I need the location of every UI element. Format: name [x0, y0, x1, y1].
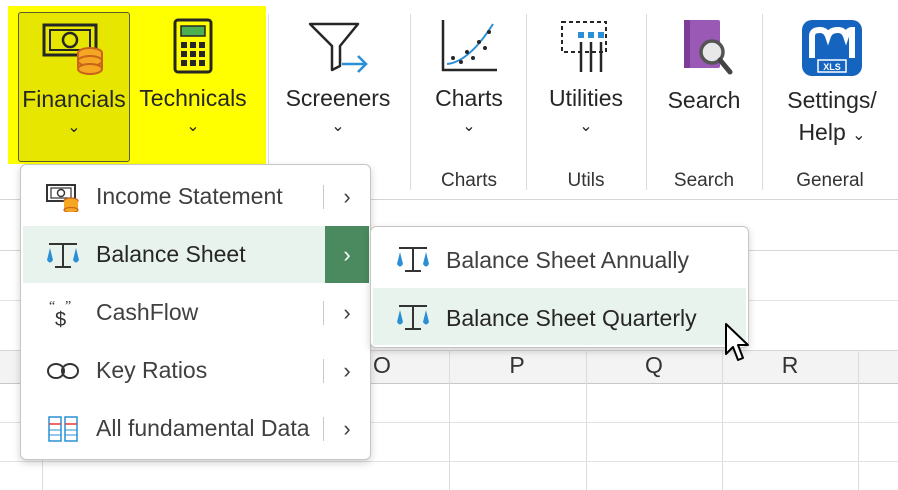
chevron-right-icon[interactable]: › [325, 226, 369, 283]
book-search-icon [684, 20, 733, 75]
settings-help-button[interactable]: XLS Settings/ Help ⌄ [776, 12, 888, 152]
financials-icon [42, 23, 103, 75]
financials-button[interactable]: Financials ⌄ [18, 12, 130, 162]
column-gridline [722, 350, 723, 490]
group-separator [762, 14, 763, 190]
infinity-icon [47, 363, 79, 379]
mxls-logo-icon: XLS [802, 20, 862, 76]
menu-item-cashflow[interactable]: “ ” $ CashFlow › [23, 284, 368, 341]
settings-label-line2: Help ⌄ [776, 116, 888, 152]
menu-item-balance-sheet[interactable]: Balance Sheet › [23, 226, 369, 283]
menu-divider [323, 301, 324, 325]
chevron-right-icon[interactable]: › [325, 342, 369, 399]
menu-item-label: All fundamental Data [96, 415, 310, 441]
submenu-item-label: Balance Sheet Quarterly [446, 305, 697, 331]
group-separator [526, 14, 527, 190]
group-label-utils: Utils [567, 170, 605, 191]
column-header-p[interactable]: P [497, 352, 537, 379]
menu-item-label: Balance Sheet [96, 241, 246, 267]
screeners-button[interactable]: Screeners ⌄ [278, 12, 398, 138]
mouse-pointer-icon [725, 323, 749, 361]
group-separator [646, 14, 647, 190]
chevron-right-icon[interactable]: › [325, 284, 369, 341]
menu-item-label: Income Statement [96, 183, 283, 209]
data-grid-icon [48, 416, 78, 442]
group-label-charts: Charts [441, 170, 497, 191]
balance-scale-icon [397, 247, 429, 272]
scatter-chart-icon [441, 20, 497, 72]
calculator-icon [173, 18, 213, 74]
menu-divider [323, 359, 324, 383]
technicals-label: Technicals [139, 85, 247, 111]
svg-text:XLS: XLS [823, 62, 841, 72]
funnel-filter-icon [308, 22, 368, 73]
group-label-general: General [796, 170, 864, 191]
screeners-label: Screeners [285, 85, 391, 111]
balance-scale-icon [47, 243, 79, 268]
search-label: Search [667, 87, 741, 113]
chevron-down-icon: ⌄ [852, 127, 866, 144]
technicals-button[interactable]: Technicals ⌄ [134, 12, 252, 138]
balance-sheet-submenu: Balance Sheet Annually Balance Sheet Qua… [370, 226, 749, 348]
column-gridline [449, 350, 450, 490]
balance-scale-icon [397, 305, 429, 330]
chevron-right-icon[interactable]: › [325, 400, 369, 457]
column-gridline [586, 350, 587, 490]
group-separator [410, 14, 411, 190]
menu-item-key-ratios[interactable]: Key Ratios › [23, 342, 368, 399]
column-header-q[interactable]: Q [634, 352, 674, 379]
utilities-label: Utilities [548, 85, 624, 111]
chevron-right-icon[interactable]: › [325, 168, 369, 225]
settings-label-line1: Settings/ [787, 87, 877, 113]
menu-item-label: Key Ratios [96, 357, 208, 383]
menu-divider [323, 185, 324, 209]
chevron-down-icon: ⌄ [186, 118, 200, 135]
submenu-item-label: Balance Sheet Annually [446, 247, 689, 273]
financials-label: Financials [22, 86, 126, 112]
search-button[interactable]: Search [662, 12, 746, 116]
utilities-button[interactable]: Utilities ⌄ [538, 12, 634, 138]
menu-divider [323, 417, 324, 441]
income-statement-icon [46, 184, 79, 212]
cashflow-dollar-icon: “ ” $ [49, 299, 71, 328]
menu-item-income-statement[interactable]: Income Statement › [23, 168, 368, 225]
group-label-search: Search [673, 170, 735, 191]
chevron-down-icon: ⌄ [331, 118, 345, 135]
menu-item-label: CashFlow [96, 299, 199, 325]
help-label: Help [798, 119, 846, 145]
menu-item-all-fundamental-data[interactable]: All fundamental Data › [23, 400, 368, 457]
submenu-item-balance-sheet-annually[interactable]: Balance Sheet Annually [373, 230, 746, 287]
svg-text:$: $ [55, 309, 66, 328]
charts-button[interactable]: Charts ⌄ [424, 12, 514, 138]
chevron-down-icon: ⌄ [67, 119, 81, 136]
utilities-columns-icon [561, 21, 607, 72]
charts-label: Charts [435, 85, 503, 111]
row-gridline [0, 461, 898, 462]
chevron-down-icon: ⌄ [579, 118, 593, 135]
submenu-item-balance-sheet-quarterly[interactable]: Balance Sheet Quarterly [373, 288, 746, 345]
column-gridline [858, 350, 859, 490]
financials-dropdown-menu: Income Statement › Balance Sheet › “ ” $… [20, 164, 371, 460]
column-header-r[interactable]: R [770, 352, 810, 379]
chevron-down-icon: ⌄ [462, 118, 476, 135]
